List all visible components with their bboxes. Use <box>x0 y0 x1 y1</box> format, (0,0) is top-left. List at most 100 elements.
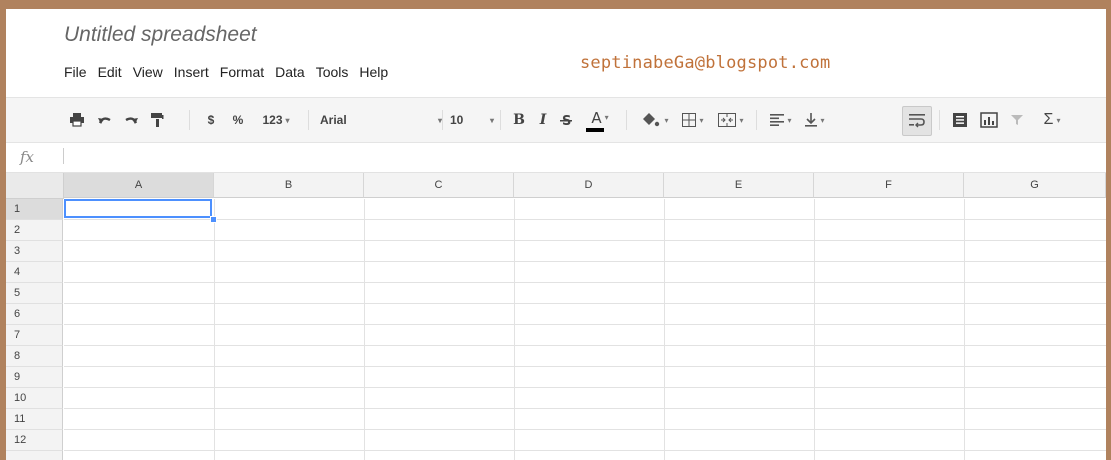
fill-color-icon[interactable]: ▾ <box>636 98 674 142</box>
grid-line <box>64 282 1106 283</box>
chevron-down-icon: ▾ <box>1056 115 1061 125</box>
grid-line <box>64 345 1106 346</box>
print-icon[interactable] <box>66 98 88 142</box>
horizontal-align-icon[interactable]: ▾ <box>764 98 798 142</box>
merge-cells-icon[interactable]: ▾ <box>712 98 750 142</box>
menu-insert[interactable]: Insert <box>174 64 217 80</box>
column-header-b[interactable]: B <box>214 173 364 198</box>
redo-icon[interactable] <box>120 98 142 142</box>
menu-bar: File Edit View Insert Format Data Tools … <box>64 64 399 80</box>
chevron-down-icon: ▾ <box>699 115 704 125</box>
grid-line <box>64 408 1106 409</box>
grid-line <box>664 199 665 460</box>
row-header-2[interactable]: 2 <box>6 220 63 241</box>
undo-icon[interactable] <box>94 98 116 142</box>
chevron-down-icon: ▾ <box>739 115 744 125</box>
column-header-f[interactable]: F <box>814 173 964 198</box>
toolbar-separator <box>756 110 757 130</box>
watermark-text: septinabeGa@blogspot.com <box>580 53 831 73</box>
grid-line <box>64 240 1106 241</box>
grid-line <box>64 324 1106 325</box>
chevron-down-icon: ▾ <box>604 113 609 122</box>
chevron-down-icon: ▾ <box>820 115 825 125</box>
toolbar-separator <box>308 110 309 130</box>
row-header-11[interactable]: 11 <box>6 409 63 430</box>
italic-button[interactable]: I <box>533 98 553 142</box>
grid-line <box>64 261 1106 262</box>
currency-button[interactable]: $ <box>202 98 220 142</box>
grid-line <box>64 219 1106 220</box>
formula-input[interactable] <box>70 142 1100 172</box>
function-icon: fx <box>20 148 35 166</box>
toolbar-separator <box>626 110 627 130</box>
row-header-1[interactable]: 1 <box>6 199 63 220</box>
number-format-dropdown[interactable]: 123 ▾ <box>252 98 300 142</box>
menu-data[interactable]: Data <box>275 64 313 80</box>
toolbar-separator <box>189 110 190 130</box>
grid-line <box>214 199 215 460</box>
percent-button[interactable]: % <box>228 98 248 142</box>
row-header-6[interactable]: 6 <box>6 304 63 325</box>
text-wrap-icon[interactable] <box>902 106 932 136</box>
bold-button[interactable]: B <box>509 98 529 142</box>
row-header-13-partial[interactable] <box>6 451 63 460</box>
active-cell-a1[interactable] <box>64 199 212 218</box>
grid-line <box>64 303 1106 304</box>
toolbar-separator <box>442 110 443 130</box>
insert-chart-icon[interactable] <box>976 98 1002 142</box>
text-color-swatch <box>586 127 604 132</box>
grid-line <box>64 450 1106 451</box>
chevron-down-icon: ▾ <box>664 115 669 125</box>
chevron-down-icon: ▾ <box>489 115 494 125</box>
row-header-5[interactable]: 5 <box>6 283 63 304</box>
menu-tools[interactable]: Tools <box>316 64 357 80</box>
column-header-d[interactable]: D <box>514 173 664 198</box>
text-color-letter: A <box>591 108 602 127</box>
column-header-c[interactable]: C <box>364 173 514 198</box>
grid-line <box>64 429 1106 430</box>
grid-line <box>514 199 515 460</box>
column-header-g[interactable]: G <box>964 173 1106 198</box>
font-size-value: 10 <box>450 113 464 127</box>
insert-comment-icon[interactable] <box>948 98 972 142</box>
row-header-7[interactable]: 7 <box>6 325 63 346</box>
menu-format[interactable]: Format <box>220 64 272 80</box>
column-header-a[interactable]: A <box>64 173 214 198</box>
font-family-dropdown[interactable]: Arial ▾ <box>316 98 442 142</box>
row-header-4[interactable]: 4 <box>6 262 63 283</box>
font-size-dropdown[interactable]: 10 ▾ <box>446 98 498 142</box>
menu-file[interactable]: File <box>64 64 95 80</box>
filter-icon[interactable] <box>1006 98 1028 142</box>
menu-view[interactable]: View <box>133 64 171 80</box>
paint-format-icon[interactable] <box>146 98 168 142</box>
menu-help[interactable]: Help <box>359 64 396 80</box>
sum-icon: Σ <box>1043 111 1054 128</box>
row-header-12[interactable]: 12 <box>6 430 63 451</box>
select-all-corner[interactable] <box>6 173 64 199</box>
column-header-e[interactable]: E <box>664 173 814 198</box>
grid-line <box>64 387 1106 388</box>
row-header-3[interactable]: 3 <box>6 241 63 262</box>
borders-icon[interactable]: ▾ <box>676 98 710 142</box>
spreadsheet-window: Untitled spreadsheet septinabeGa@blogspo… <box>6 9 1106 460</box>
document-title[interactable]: Untitled spreadsheet <box>64 23 257 47</box>
grid-line <box>964 199 965 460</box>
grid-line <box>364 199 365 460</box>
fill-handle[interactable] <box>210 216 217 223</box>
chevron-down-icon: ▾ <box>787 115 792 125</box>
menu-edit[interactable]: Edit <box>98 64 130 80</box>
number-format-label: 123 <box>262 113 283 127</box>
strikethrough-icon[interactable]: S <box>556 98 576 142</box>
row-header-10[interactable]: 10 <box>6 388 63 409</box>
functions-button[interactable]: Σ ▾ <box>1032 98 1072 142</box>
grid-line <box>64 366 1106 367</box>
grid-line <box>814 199 815 460</box>
vertical-align-icon[interactable]: ▾ <box>798 98 832 142</box>
row-header-8[interactable]: 8 <box>6 346 63 367</box>
chevron-down-icon: ▾ <box>285 115 290 125</box>
toolbar-separator <box>939 110 940 130</box>
row-header-9[interactable]: 9 <box>6 367 63 388</box>
font-family-value: Arial <box>320 113 347 127</box>
formula-separator <box>63 148 64 164</box>
text-color-button[interactable]: A ▾ <box>580 98 620 142</box>
